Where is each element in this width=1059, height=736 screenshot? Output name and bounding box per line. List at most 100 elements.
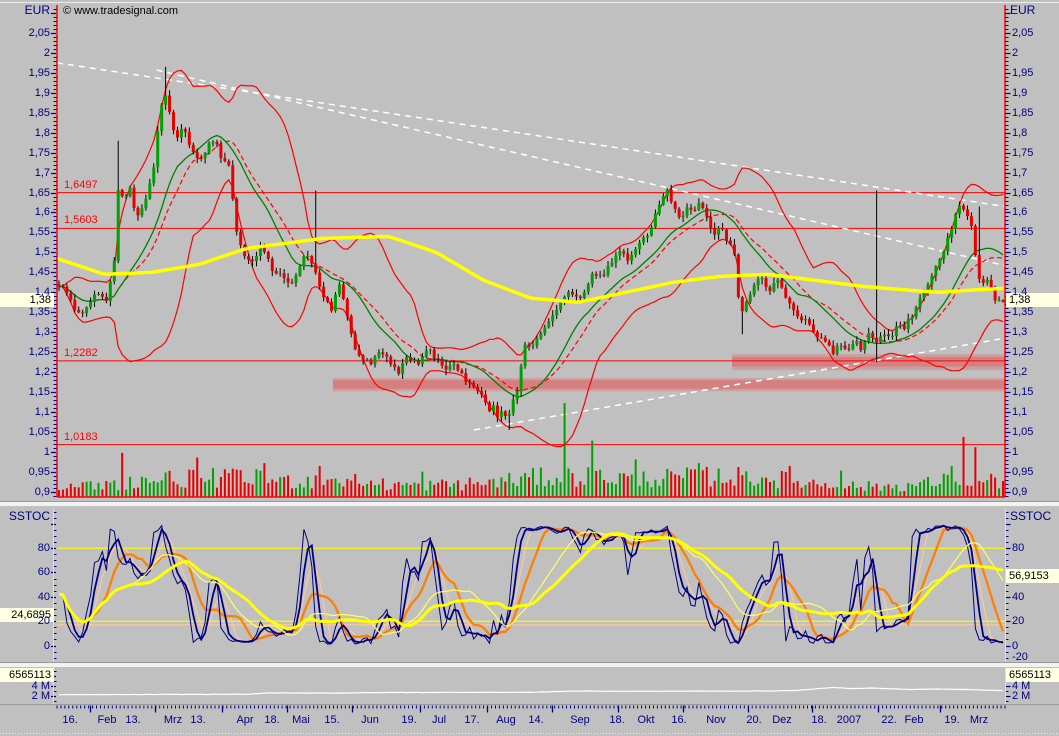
x-axis-label: Sep	[570, 714, 590, 726]
sstoc-title-left: SSTOC	[0, 510, 50, 523]
x-axis-label: Okt	[637, 714, 654, 726]
x-axis-label: 18.	[609, 714, 624, 726]
panel-separator	[0, 663, 1059, 667]
sstoc-axis-label-left: 20	[0, 615, 50, 627]
price-axis-label-right: 2	[1012, 47, 1018, 59]
price-axis-label-right: 1,85	[1012, 107, 1033, 119]
x-axis-label: 13.	[190, 714, 205, 726]
price-axis-label-right: 0,95	[1012, 466, 1033, 478]
price-axis-label-left: 1,45	[0, 266, 50, 278]
volume-axis-label-right: 2 M	[1012, 690, 1030, 702]
price-plot-area[interactable]	[57, 5, 1005, 497]
sstoc-axis-label-right: 80	[1012, 542, 1024, 554]
x-axis-label: 22.	[881, 714, 896, 726]
sstoc-plot-area[interactable]	[57, 509, 1005, 662]
price-axis-label-right: 1,9	[1012, 87, 1027, 99]
price-axis-label-left: 1,1	[0, 406, 50, 418]
price-axis-label-right: 1,2	[1012, 366, 1027, 378]
price-axis-label-right: 1,65	[1012, 187, 1033, 199]
price-axis-label-left: 1,6	[0, 206, 50, 218]
price-axis-label-left: 1,7	[0, 167, 50, 179]
price-axis-label-right: 1	[1012, 446, 1018, 458]
price-axis-label-left: 1,05	[0, 426, 50, 438]
copyright-text: © www.tradesignal.com	[63, 5, 178, 17]
x-axis-label: Nov	[706, 714, 726, 726]
volume-plot-area[interactable]	[57, 668, 1005, 704]
x-axis-label: Dez	[772, 714, 792, 726]
x-axis-label: Jun	[361, 714, 379, 726]
sstoc-axis-label-right: 40	[1012, 591, 1024, 603]
level-label-12282: 1,2282	[64, 347, 98, 359]
price-axis-label-left: 1,25	[0, 346, 50, 358]
x-axis-label: 20.	[746, 714, 761, 726]
price-axis-label-right: 1,45	[1012, 266, 1033, 278]
level-label-10183: 1,0183	[64, 431, 98, 443]
price-axis-label-right: 1,75	[1012, 147, 1033, 159]
price-axis-label-right: 1,8	[1012, 127, 1027, 139]
sstoc-axis-label-right: 0	[1012, 640, 1018, 652]
x-axis-label: 18.	[264, 714, 279, 726]
price-axis-label-left: 1,55	[0, 226, 50, 238]
x-axis-label: Feb	[98, 714, 117, 726]
sstoc-tag-right: 56,9153	[1006, 569, 1059, 583]
price-axis-label-right: 1,15	[1012, 386, 1033, 398]
currency-label-left: EUR	[0, 4, 50, 17]
price-axis-label-right: 1,3	[1012, 326, 1027, 338]
price-axis-label-right: 1,5	[1012, 246, 1027, 258]
price-axis-label-left: 1	[0, 446, 50, 458]
x-axis-label: 19.	[944, 714, 959, 726]
price-axis-label-left: 1,65	[0, 187, 50, 199]
x-axis-label: 19.	[401, 714, 416, 726]
sstoc-axis-label-right: 20	[1012, 615, 1024, 627]
x-axis-label: Mrz	[970, 714, 988, 726]
sstoc-axis-label-left: 60	[0, 566, 50, 578]
x-axis-label: 2007	[837, 714, 861, 726]
x-axis-label: 16.	[62, 714, 77, 726]
price-axis-label-right: 1,95	[1012, 67, 1033, 79]
price-axis-label-left: 2,05	[0, 27, 50, 39]
level-label-15603: 1,5603	[64, 214, 98, 226]
price-axis-label-right: 1,35	[1012, 306, 1033, 318]
sstoc-axis-label-left: 0	[0, 640, 50, 652]
price-axis-label-left: 2	[0, 47, 50, 59]
price-axis-label-right: 1,7	[1012, 167, 1027, 179]
window-top-edge	[0, 2, 1059, 3]
price-axis-label-left: 1,15	[0, 386, 50, 398]
panel-separator	[0, 502, 1059, 506]
x-axis-label: 18.	[811, 714, 826, 726]
price-axis-label-left: 1,2	[0, 366, 50, 378]
price-axis-label-right: 1,55	[1012, 226, 1033, 238]
price-axis-label-left: 1,85	[0, 107, 50, 119]
price-axis-label-left: 1,9	[0, 87, 50, 99]
x-axis-label: Jul	[432, 714, 446, 726]
x-axis-label: 13.	[125, 714, 140, 726]
currency-label-right: EUR	[1010, 4, 1035, 17]
x-axis-label: 14.	[528, 714, 543, 726]
price-axis-label-left: 1,5	[0, 246, 50, 258]
x-axis-label: Aug	[496, 714, 516, 726]
price-axis-label-left: 1,8	[0, 127, 50, 139]
price-axis-label-right: 1,1	[1012, 406, 1027, 418]
x-axis-label: 16.	[671, 714, 686, 726]
level-label-16497: 1,6497	[64, 179, 98, 191]
price-axis-label-right: 1,6	[1012, 206, 1027, 218]
price-axis-label-right: 1,4	[1012, 286, 1027, 298]
x-axis-label: Mai	[292, 714, 310, 726]
trading-chart-window: EUR EUR © www.tradesignal.com SSTOC SSTO…	[0, 0, 1059, 736]
price-axis-label-left: 1,75	[0, 147, 50, 159]
price-axis-label-left: 1,35	[0, 306, 50, 318]
sstoc-title-right: SSTOC	[1010, 510, 1051, 523]
price-axis-label-right: 1,25	[1012, 346, 1033, 358]
price-axis-label-right: 0,9	[1012, 486, 1027, 498]
sstoc-axis-label-left: 40	[0, 591, 50, 603]
price-axis-label-left: 1,95	[0, 67, 50, 79]
x-axis-label: 17.	[464, 714, 479, 726]
x-axis-label: Mrz	[164, 714, 182, 726]
price-axis-label-left: 0,95	[0, 466, 50, 478]
x-axis-label: Apr	[236, 714, 253, 726]
price-axis-label-right: 1,05	[1012, 426, 1033, 438]
x-axis-label: 15.	[324, 714, 339, 726]
panel-separator	[0, 704, 1059, 705]
x-axis-label: Feb	[905, 714, 924, 726]
price-axis-label-left: 0,9	[0, 486, 50, 498]
